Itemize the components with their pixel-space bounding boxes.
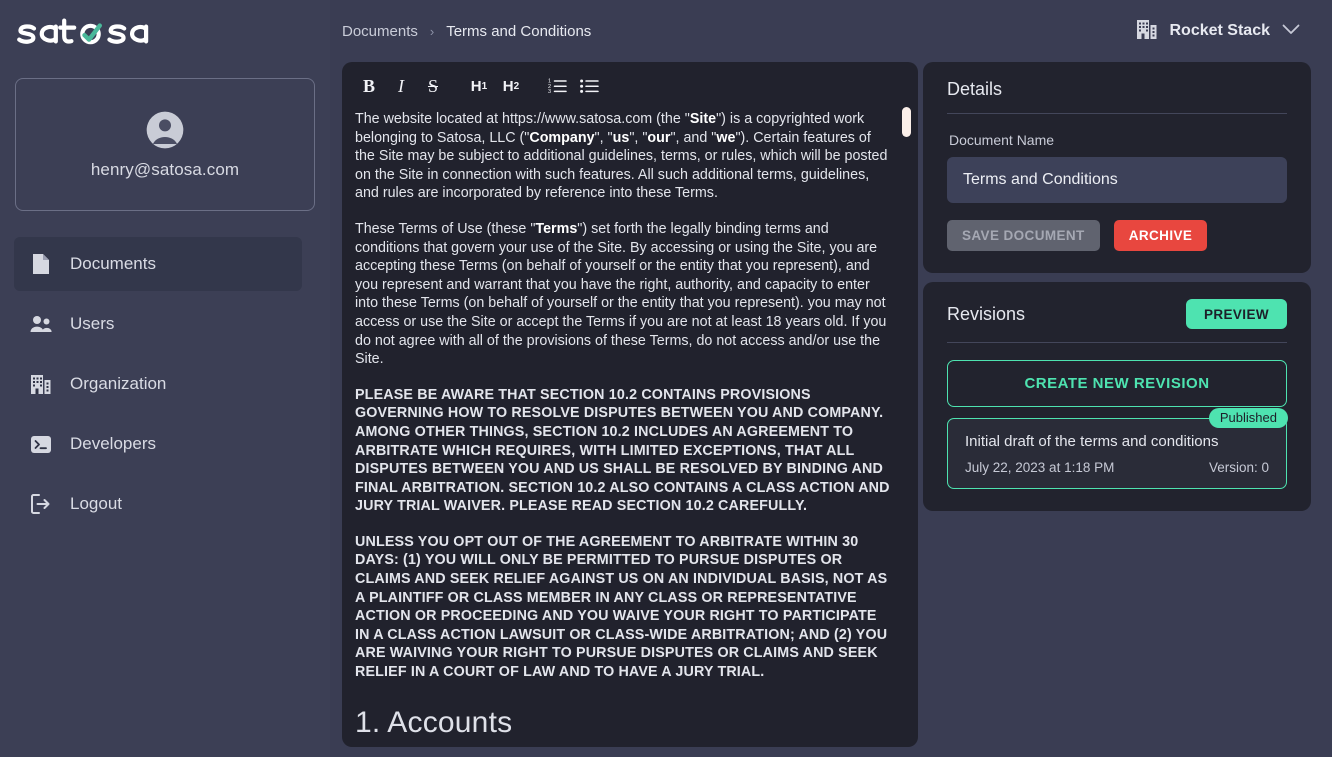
document-paragraph-4: UNLESS YOU OPT OUT OF THE AGREEMENT TO A… (355, 533, 888, 681)
sidebar-item-documents[interactable]: Documents (14, 237, 302, 291)
topbar: Documents › Terms and Conditions Rocket … (330, 0, 1332, 62)
preview-button[interactable]: PREVIEW (1185, 299, 1287, 329)
breadcrumb-current: Terms and Conditions (446, 22, 592, 40)
details-title: Details (947, 79, 1003, 99)
para1-seg-e: ", " (594, 129, 613, 146)
sidebar: henry@satosa.com Documents Users Organiz… (0, 0, 330, 757)
para2-seg-c: ") set forth the legally binding terms a… (355, 220, 887, 368)
document-icon (30, 253, 52, 275)
document-paragraph-2: These Terms of Use (these "Terms") set f… (355, 220, 890, 369)
document-body[interactable]: The website located at https://www.satos… (342, 110, 918, 747)
breadcrumb: Documents › Terms and Conditions (342, 23, 591, 40)
sidebar-item-label: Developers (70, 434, 156, 453)
revision-meta: July 22, 2023 at 1:18 PM Version: 0 (965, 460, 1269, 475)
app-root: henry@satosa.com Documents Users Organiz… (0, 0, 1332, 757)
users-icon (30, 313, 52, 335)
document-editor: B I S H1 H2 123 The website located at h… (342, 62, 918, 747)
organization-selector[interactable]: Rocket Stack (1136, 17, 1309, 46)
revision-list-item[interactable]: Published Initial draft of the terms and… (947, 408, 1288, 489)
building-icon (30, 373, 52, 395)
para1-bold-site: Site (689, 111, 717, 127)
user-email: henry@satosa.com (90, 159, 240, 179)
revisions-header: Revisions PREVIEW (947, 299, 1287, 342)
document-paragraph-3: PLEASE BE AWARE THAT SECTION 10.2 CONTAI… (355, 386, 890, 515)
details-actions: SAVE DOCUMENT ARCHIVE (947, 220, 1287, 251)
revisions-title: Revisions (947, 303, 1026, 324)
para1-bold-us: us (612, 129, 630, 146)
strikethrough-button[interactable]: S (419, 72, 447, 100)
brand-logo[interactable] (0, 0, 330, 64)
revision-version: Version: 0 (1208, 460, 1269, 475)
details-header: Details (947, 79, 1287, 113)
terminal-icon (30, 433, 52, 455)
logout-icon (30, 493, 52, 515)
editor-scrollbar[interactable] (902, 107, 911, 747)
document-heading-accounts: 1. Accounts (355, 705, 513, 739)
sidebar-item-label: Users (70, 314, 115, 333)
para1-bold-company: Company (529, 129, 595, 146)
details-panel: Details Document Name SAVE DOCUMENT ARCH… (923, 62, 1311, 273)
document-name-label: Document Name (949, 132, 1055, 148)
user-card: henry@satosa.com (15, 78, 315, 211)
chevron-down-icon[interactable] (1282, 22, 1300, 40)
para1-bold-we: we (716, 129, 736, 146)
para1-bold-our: our (647, 129, 671, 146)
svg-text:3: 3 (548, 89, 551, 94)
right-panel: Details Document Name SAVE DOCUMENT ARCH… (923, 62, 1311, 747)
status-badge: Published (1208, 408, 1288, 428)
sidebar-nav: Documents Users Organization Developers … (0, 237, 330, 531)
content-area: B I S H1 H2 123 The website located at h… (330, 62, 1332, 757)
sidebar-item-logout[interactable]: Logout (14, 477, 302, 531)
sidebar-item-label: Logout (70, 494, 122, 513)
breadcrumb-root[interactable]: Documents (342, 23, 418, 40)
editor-scrollbar-thumb[interactable] (902, 107, 911, 137)
revision-date: July 22, 2023 at 1:18 PM (965, 460, 1115, 475)
organization-name: Rocket Stack (1169, 22, 1271, 39)
document-paragraph-1: The website located at https://www.satos… (355, 111, 888, 202)
sidebar-item-organization[interactable]: Organization (14, 357, 302, 411)
details-divider (947, 113, 1287, 114)
bold-button[interactable]: B (355, 72, 383, 100)
sidebar-item-developers[interactable]: Developers (14, 417, 302, 471)
editor-toolbar: B I S H1 H2 123 (342, 62, 918, 110)
heading-1-subscript: 1 (481, 80, 488, 92)
main-area: Documents › Terms and Conditions Rocket … (330, 0, 1332, 757)
sidebar-item-users[interactable]: Users (14, 297, 302, 351)
building-icon (1136, 17, 1158, 46)
create-new-revision-button[interactable]: CREATE NEW REVISION (947, 360, 1287, 407)
revisions-panel: Revisions PREVIEW CREATE NEW REVISION Pu… (923, 282, 1311, 511)
archive-button[interactable]: ARCHIVE (1113, 220, 1208, 251)
para1-seg-g: ", " (629, 129, 648, 146)
user-avatar-icon (146, 111, 184, 148)
revisions-divider (947, 342, 1287, 343)
chevron-right-icon: › (429, 23, 435, 39)
italic-button[interactable]: I (387, 72, 415, 100)
revision-title: Initial draft of the terms and condition… (965, 433, 1219, 450)
heading-2-button[interactable]: H2 (497, 72, 525, 100)
para1-seg-i: ", and " (670, 129, 717, 146)
bullet-list-icon[interactable] (575, 72, 603, 100)
para2-seg-a: These Terms of Use (these " (355, 220, 536, 237)
heading-1-button[interactable]: H1 (465, 72, 493, 100)
save-document-button[interactable]: SAVE DOCUMENT (947, 220, 1100, 251)
sidebar-item-label: Organization (70, 374, 167, 393)
document-name-input[interactable] (947, 157, 1287, 203)
para1-seg-a: The website located at https://www.satos… (355, 111, 685, 127)
satosa-logo-icon (17, 18, 149, 45)
para2-bold-terms: Terms (535, 220, 578, 237)
heading-2-subscript: 2 (513, 80, 520, 92)
ordered-list-icon[interactable]: 123 (543, 72, 571, 100)
sidebar-item-label: Documents (70, 254, 156, 273)
